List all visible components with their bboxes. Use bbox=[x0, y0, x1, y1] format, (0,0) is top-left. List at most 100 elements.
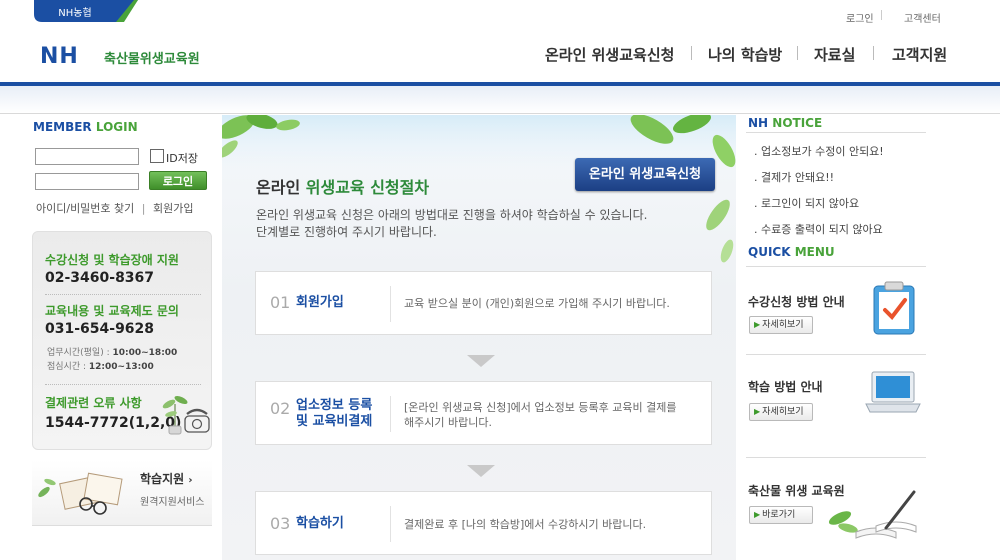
notice-title-b: NOTICE bbox=[772, 116, 823, 130]
nav-online-apply[interactable]: 온라인 위생교육신청 bbox=[545, 44, 674, 65]
nav-separator bbox=[873, 46, 874, 60]
util-support-link[interactable]: 고객센터 bbox=[904, 10, 941, 25]
support-box: 수강신청 및 학습장애 지원 02-3460-8367 교육내용 및 교육제도 … bbox=[32, 231, 212, 450]
join-link[interactable]: 회원가입 bbox=[153, 202, 193, 215]
quick-detail-button[interactable]: ▶ 자세히보기 bbox=[749, 316, 813, 334]
step-number: 03 bbox=[270, 514, 291, 533]
notice-item[interactable]: . 업소정보가 수정이 안되요! bbox=[754, 143, 884, 159]
play-arrow-icon: ▶ bbox=[754, 407, 761, 416]
save-id-checkbox[interactable] bbox=[150, 149, 164, 163]
quick-divider bbox=[746, 266, 926, 267]
laptop-icon bbox=[865, 371, 921, 413]
quick-divider bbox=[746, 457, 926, 458]
hours-label: 업무시간(평일) : bbox=[47, 348, 110, 358]
description-line-2: 단계별로 진행하여 주시기 바랍니다. bbox=[256, 225, 437, 239]
step-divider bbox=[390, 506, 391, 542]
lunch-hours: 점심시간 : 12:00~13:00 bbox=[47, 359, 154, 372]
step-description: 교육 받으실 분이 (개인)회원으로 가입해 주시기 바랍니다. bbox=[404, 296, 670, 311]
logo-mark[interactable]: NH bbox=[40, 44, 79, 69]
nh-brand-tab[interactable]: NH농협 bbox=[34, 0, 138, 22]
nav-separator bbox=[797, 46, 798, 60]
book-pen-icon bbox=[828, 490, 917, 539]
step-number: 02 bbox=[270, 399, 291, 418]
step-number: 01 bbox=[270, 293, 291, 312]
remote-support-label: 원격지원서비스 bbox=[140, 497, 205, 508]
clipboard-check-icon bbox=[873, 281, 915, 335]
quick-button-label: 자세히보기 bbox=[762, 320, 804, 330]
down-arrow-icon bbox=[467, 465, 495, 477]
study-support-title: 학습지원 › bbox=[140, 470, 192, 487]
support-phone-1: 02-3460-8367 bbox=[45, 270, 155, 286]
main-content: 온라인 위생교육 신청절차 온라인 위생교육 신청은 아래의 방법대로 진행을 … bbox=[222, 115, 736, 560]
notice-title-a: NH bbox=[748, 116, 769, 130]
step-card[interactable]: 01 회원가입 교육 받으실 분이 (개인)회원으로 가입해 주시기 바랍니다. bbox=[255, 271, 712, 335]
business-hours: 업무시간(평일) : 10:00~18:00 bbox=[47, 345, 177, 358]
description-line-1: 온라인 위생교육 신청은 아래의 방법대로 진행을 하셔야 학습하실 수 있습니… bbox=[256, 208, 648, 222]
step-desc-line-2: 해주시기 바랍니다. bbox=[404, 416, 492, 429]
login-links: 아이디/비밀번호 찾기 | 회원가입 bbox=[36, 200, 194, 216]
find-id-password-link[interactable]: 아이디/비밀번호 찾기 bbox=[36, 202, 134, 215]
payment-error-title: 결제관련 오류 사항 bbox=[45, 396, 142, 410]
quick-detail-button[interactable]: ▶ 자세히보기 bbox=[749, 403, 813, 421]
quick-divider bbox=[746, 354, 926, 355]
notice-item[interactable]: . 수료증 출력이 되지 않아요 bbox=[754, 221, 883, 237]
step-desc-line-1: [온라인 위생교육 신청]에서 업소정보 등록후 교육비 결제를 bbox=[404, 401, 677, 414]
util-separator bbox=[881, 10, 882, 20]
step-divider bbox=[390, 286, 391, 322]
support-phone-2: 031-654-9628 bbox=[45, 321, 155, 337]
notice-divider bbox=[746, 132, 926, 133]
step-name: 학습하기 bbox=[296, 516, 344, 532]
step-name-line-1: 학습하기 bbox=[296, 516, 344, 531]
support-title-2: 교육내용 및 교육제도 문의 bbox=[45, 304, 179, 318]
step-description: 결제완료 후 [나의 학습방]에서 수강하시기 바랍니다. bbox=[404, 517, 646, 532]
nav-customer-support[interactable]: 고객지원 bbox=[892, 44, 947, 65]
step-divider bbox=[390, 396, 391, 432]
password-input[interactable] bbox=[35, 173, 139, 190]
notice-item[interactable]: . 로그인이 되지 않아요 bbox=[754, 195, 859, 211]
step-name: 회원가입 bbox=[296, 295, 344, 311]
nav-my-study[interactable]: 나의 학습방 bbox=[708, 44, 782, 65]
lunch-value: 12:00~13:00 bbox=[88, 362, 154, 372]
util-login-link[interactable]: 로그인 bbox=[846, 10, 874, 25]
quick-go-button[interactable]: ▶ 바로가기 bbox=[749, 506, 813, 524]
quick-item-label[interactable]: 수강신청 방법 안내 bbox=[748, 293, 845, 310]
down-arrow-icon bbox=[467, 355, 495, 367]
save-id-label: ID저장 bbox=[166, 152, 198, 165]
play-arrow-icon: ▶ bbox=[754, 510, 761, 519]
login-button[interactable]: 로그인 bbox=[149, 171, 207, 190]
quick-title-b: MENU bbox=[794, 245, 835, 259]
notice-title[interactable]: NH NOTICE bbox=[748, 116, 822, 130]
hours-value: 10:00~18:00 bbox=[112, 348, 178, 358]
header: NH농협 NH 축산물위생교육원 로그인 고객센터 온라인 위생교육신청 나의 … bbox=[0, 0, 1000, 88]
lunch-label: 점심시간 : bbox=[47, 362, 87, 372]
step-card[interactable]: 03 학습하기 결제완료 후 [나의 학습방]에서 수강하시기 바랍니다. bbox=[255, 491, 712, 555]
login-title-b: LOGIN bbox=[95, 120, 138, 134]
member-login-title: MEMBER LOGIN bbox=[33, 120, 138, 134]
nav-resources[interactable]: 자료실 bbox=[814, 44, 855, 65]
study-support-banner[interactable]: 학습지원 › 원격지원서비스 bbox=[32, 460, 212, 526]
link-separator: | bbox=[141, 202, 146, 215]
step-card[interactable]: 02 업소정보 등록 및 교육비결제 [온라인 위생교육 신청]에서 업소정보 … bbox=[255, 381, 712, 445]
quick-menu-title: QUICK MENU bbox=[748, 245, 835, 259]
id-input[interactable] bbox=[35, 148, 139, 165]
plant-phone-icon bbox=[162, 395, 210, 435]
notice-item[interactable]: . 결제가 안돼요!! bbox=[754, 169, 834, 185]
page-title-a: 온라인 bbox=[256, 178, 301, 197]
logo-name[interactable]: 축산물위생교육원 bbox=[104, 48, 200, 67]
step-description: [온라인 위생교육 신청]에서 업소정보 등록후 교육비 결제를 해주시기 바랍… bbox=[404, 400, 676, 430]
nav-separator bbox=[691, 46, 692, 60]
page-description: 온라인 위생교육 신청은 아래의 방법대로 진행을 하셔야 학습하실 수 있습니… bbox=[256, 207, 647, 241]
step-name-line-2: 및 교육비결제 bbox=[296, 414, 373, 429]
step-desc-line-1: 결제완료 후 [나의 학습방]에서 수강하시기 바랍니다. bbox=[404, 518, 647, 531]
quick-title-a: QUICK bbox=[748, 245, 791, 259]
book-glasses-icon bbox=[38, 472, 123, 515]
online-apply-button[interactable]: 온라인 위생교육신청 bbox=[575, 158, 715, 191]
quick-item-label[interactable]: 학습 방법 안내 bbox=[748, 378, 823, 395]
dotted-divider bbox=[45, 384, 201, 385]
step-name: 업소정보 등록 및 교육비결제 bbox=[296, 398, 372, 430]
study-title-text: 학습지원 bbox=[140, 472, 185, 486]
login-title-a: MEMBER bbox=[33, 120, 92, 134]
step-name-line-1: 업소정보 등록 bbox=[296, 398, 373, 413]
support-title-1: 수강신청 및 학습장애 지원 bbox=[45, 253, 179, 267]
quick-button-label: 바로가기 bbox=[762, 510, 796, 520]
